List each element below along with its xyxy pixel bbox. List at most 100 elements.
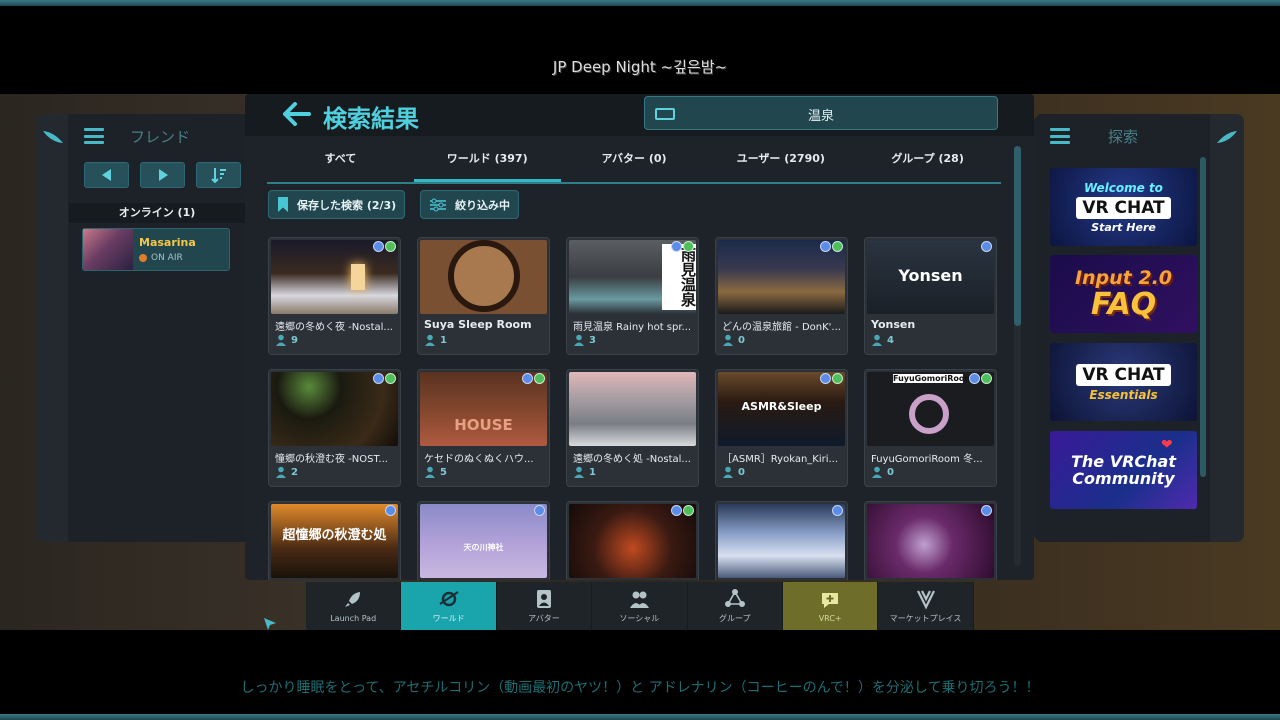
dock-social[interactable]: ソーシャル [592,582,688,630]
world-grid: 遠郷の冬めく夜 -Nostal... 9 Suya Sleep Room 1 雨… [268,237,998,580]
filter-button[interactable]: 絞り込み中 [420,190,519,219]
user-count: 1 [573,466,596,478]
user-count: 2 [275,466,298,478]
saved-search-button[interactable]: 保存した検索 (2/3) [268,190,405,219]
dock-marketplace[interactable]: マーケットプレイス [878,582,974,630]
back-arrow-icon[interactable] [283,102,311,126]
world-card[interactable]: HOUSE ケセドのぬくぬくハウ... 5 [417,369,550,487]
tab-avatars[interactable]: アバター (0) [561,144,708,182]
dock-label: Launch Pad [330,614,377,623]
bottom-dock: Launch Pad ワールド アバター ソーシャル グループ VRC+ マーケ… [306,582,974,630]
explore-scrollbar[interactable] [1200,157,1206,477]
world-card[interactable]: どんの温泉旅館 - DonK'... 0 [715,237,848,355]
next-button[interactable] [140,162,185,188]
world-thumbnail [420,240,547,314]
dock-launch-pad[interactable]: Launch Pad [306,582,402,630]
tab-all[interactable]: すべて [267,144,414,182]
world-card[interactable]: 超憧郷の秋澄む処 [268,501,401,580]
world-card[interactable]: Suya Sleep Room 1 [417,237,550,355]
rocket-icon [345,592,361,607]
user-count: 0 [871,466,894,478]
user-count: 0 [722,466,745,478]
vrchat-leaf-icon [1217,131,1237,143]
ad-welcome[interactable]: Welcome to VR CHAT Start Here [1050,168,1197,246]
friend-status-text: ON AIR [151,253,183,263]
ad-input-faq[interactable]: Input 2.0 FAQ [1050,255,1197,333]
search-input[interactable]: 温泉 [644,96,998,130]
world-card[interactable]: 天の川神社 [417,501,550,580]
friend-item[interactable]: Masarina ON AIR [82,228,230,271]
users-icon [872,466,882,478]
world-name: 憧郷の秋澄む夜 -NOST... [275,454,388,465]
world-card[interactable]: Yonsen Yonsen 4 [864,237,997,355]
friends-side-strip [36,114,68,542]
world-card[interactable] [566,501,699,580]
world-name: ［ASMR］Ryokan_Kiri... [722,454,839,465]
dock-worlds[interactable]: ワールド [401,582,497,630]
user-count-value: 0 [738,466,745,478]
group-icon [724,589,745,607]
platform-badges [832,505,843,516]
main-header: 検索結果 温泉 [245,94,1034,136]
user-count: 5 [424,466,447,478]
stream-title: JP Deep Night ~깊은밤~ [552,58,728,76]
friends-menu-icon[interactable] [84,128,104,144]
dock-groups[interactable]: グループ [687,582,783,630]
users-icon [872,334,882,346]
user-count: 4 [871,334,894,346]
world-name: Suya Sleep Room [424,318,532,331]
arrow-right-icon [158,169,168,181]
world-thumbnail: 超憧郷の秋澄む処 [271,504,398,578]
saved-search-label: 保存した検索 (2/3) [297,198,397,212]
users-icon [723,466,733,478]
dock-label: VRC+ [818,614,842,623]
users-icon [574,334,584,346]
world-card[interactable] [715,501,848,580]
dock-avatars[interactable]: アバター [496,582,593,630]
world-card[interactable]: 憧郷の秋澄む夜 -NOST... 2 [268,369,401,487]
tab-worlds[interactable]: ワールド (397) [413,144,561,182]
social-icon [630,591,650,608]
frame-top-line [0,0,1280,6]
ad-welcome-line1: Welcome to [1084,180,1163,195]
frame-bottom-line [0,714,1280,720]
results-scrollbar[interactable] [1014,146,1021,326]
sort-button[interactable] [196,162,241,188]
world-card[interactable]: 雨見温泉 雨見温泉 Rainy hot spr... 3 [566,237,699,355]
user-count: 9 [275,334,298,346]
world-card[interactable]: FuyuGomoriRoom FuyuGomoriRoom 冬... 0 [864,369,997,487]
tab-users[interactable]: ユーザー (2790) [707,144,854,182]
user-count-value: 0 [887,466,894,478]
dock-label: アバター [528,614,560,623]
platform-badges [671,505,694,516]
world-card[interactable] [864,501,997,580]
tab-groups[interactable]: グループ (28) [854,144,1001,182]
thumb-caption: 天の川神社 [463,543,504,552]
world-thumbnail [569,372,696,446]
bookmark-icon [278,197,288,212]
video-subtitle: しっかり睡眠をとって、アセチルコリン（動画最初のヤツ！）と アドレナリン（コーヒ… [240,680,1040,696]
explore-header: 探索 [1034,114,1210,158]
wreath-shape [909,394,949,434]
ad-community-line2: Community [1072,469,1175,488]
platform-badges [522,373,545,384]
platform-badges [820,241,843,252]
ad-essentials[interactable]: VR CHAT Essentials [1050,343,1197,421]
prev-button[interactable] [84,162,129,188]
user-count-value: 5 [440,466,447,478]
ad-essentials-logo: VR CHAT [1076,364,1171,386]
heart-icon: ❤ [1161,437,1173,453]
world-card[interactable]: 遠郷の冬めく処 -Nostal... 1 [566,369,699,487]
friends-header: フレンド [68,114,251,158]
world-card[interactable]: 遠郷の冬めく夜 -Nostal... 9 [268,237,401,355]
explore-menu-icon[interactable] [1050,128,1070,144]
world-card[interactable]: ASMR&Sleep ［ASMR］Ryokan_Kiri... 0 [715,369,848,487]
user-count-value: 3 [589,334,596,346]
avatar [83,229,133,270]
dock-vrc-plus[interactable]: VRC+ [782,582,879,630]
ad-community[interactable]: ❤ The VRChat Community [1050,431,1197,509]
platform-badges [671,241,694,252]
world-thumbnail [867,504,994,578]
thumb-caption: FuyuGomoriRoom [893,374,973,383]
dock-label: マーケットプレイス [889,614,962,623]
